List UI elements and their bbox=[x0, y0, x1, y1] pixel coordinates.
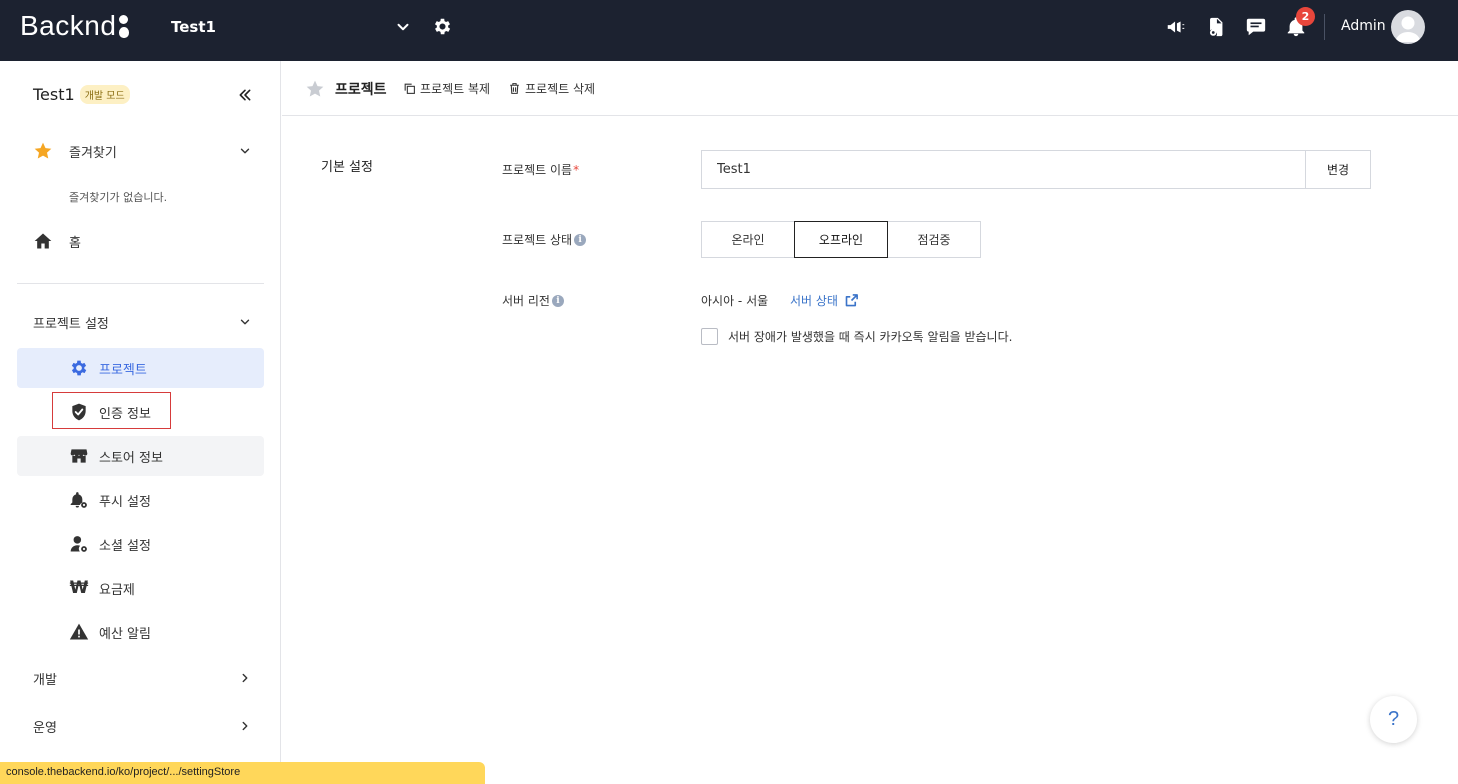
chevron-down-icon[interactable] bbox=[394, 18, 412, 36]
sidebar-item-label: 푸시 설정 bbox=[99, 494, 151, 510]
gear-icon bbox=[71, 360, 87, 376]
status-online-button[interactable]: 온라인 bbox=[701, 221, 795, 258]
sidebar-item-label: 홈 bbox=[69, 235, 81, 251]
logo-text: Backnd bbox=[20, 10, 117, 41]
user-name[interactable]: Admin bbox=[1341, 18, 1386, 34]
focus-outline bbox=[52, 392, 171, 429]
project-name-label: 프로젝트 이름 * bbox=[502, 161, 579, 178]
avatar[interactable] bbox=[1391, 10, 1425, 44]
server-status-link[interactable]: 서버 상태 bbox=[790, 292, 859, 309]
status-offline-button[interactable]: 오프라인 bbox=[794, 221, 888, 258]
sidebar-group-label: 프로젝트 설정 bbox=[33, 316, 109, 332]
favorites-empty-text: 즐겨찾기가 없습니다. bbox=[69, 191, 168, 204]
info-icon[interactable]: i bbox=[551, 294, 564, 307]
collapse-sidebar-icon[interactable] bbox=[237, 87, 253, 103]
dev-mode-badge: 개발 모드 bbox=[79, 85, 130, 104]
sidebar-item-favorites[interactable]: 즐겨찾기 bbox=[17, 131, 264, 171]
user-gear-icon bbox=[70, 536, 87, 552]
sidebar-item-project[interactable]: 프로젝트 bbox=[17, 348, 264, 388]
kakao-alert-label: 서버 장애가 발생했을 때 즉시 카카오톡 알림을 받습니다. bbox=[728, 330, 1013, 344]
project-status-label: 프로젝트 상태 i bbox=[502, 231, 587, 248]
sidebar-item-budget-alert[interactable]: 예산 알림 bbox=[17, 612, 264, 652]
server-status-link-text: 서버 상태 bbox=[790, 294, 838, 308]
chevron-right-icon bbox=[242, 721, 248, 731]
logo[interactable]: Backnd bbox=[20, 10, 130, 42]
chevron-down-icon bbox=[240, 319, 250, 325]
sidebar-group-label: 운영 bbox=[33, 720, 57, 736]
info-icon[interactable]: i bbox=[574, 233, 587, 246]
won-icon: ₩ bbox=[69, 578, 89, 598]
status-bar-url: console.thebackend.io/ko/project/.../set… bbox=[0, 762, 485, 784]
sidebar-item-home[interactable]: 홈 bbox=[17, 221, 264, 261]
project-name-label-text: 프로젝트 이름 bbox=[502, 163, 573, 177]
server-region-label-text: 서버 리전 bbox=[502, 294, 550, 308]
sidebar-group-ops[interactable]: 운영 bbox=[17, 706, 264, 746]
bell-gear-icon bbox=[70, 492, 87, 508]
top-bar: Backnd Test1 2 Admin bbox=[0, 0, 1458, 61]
page-header: 프로젝트 프로젝트 복제 프로젝트 삭제 bbox=[282, 61, 1458, 116]
home-icon bbox=[34, 233, 52, 249]
store-icon bbox=[70, 449, 88, 463]
external-link-icon bbox=[845, 294, 858, 307]
section-title: 기본 설정 bbox=[321, 160, 373, 175]
change-name-button[interactable]: 변경 bbox=[1305, 150, 1371, 189]
warning-icon bbox=[69, 623, 89, 640]
sidebar-item-label: 소셜 설정 bbox=[99, 538, 151, 554]
star-icon[interactable] bbox=[305, 79, 325, 99]
chevron-right-icon bbox=[242, 673, 248, 683]
sidebar-item-store-info[interactable]: 스토어 정보 bbox=[17, 436, 264, 476]
kakao-alert-checkbox[interactable] bbox=[701, 328, 718, 345]
sidebar-project-title: Test1 bbox=[33, 85, 75, 104]
project-selector[interactable]: Test1 bbox=[171, 18, 216, 36]
copy-project-label: 프로젝트 복제 bbox=[420, 82, 491, 96]
status-maintenance-button[interactable]: 점검중 bbox=[887, 221, 981, 258]
sidebar-item-label: 스토어 정보 bbox=[99, 450, 163, 466]
chat-icon[interactable] bbox=[1245, 16, 1267, 38]
sidebar-item-social-settings[interactable]: 소셜 설정 bbox=[17, 524, 264, 564]
sidebar-header: Test1 개발 모드 bbox=[33, 85, 130, 104]
copy-icon bbox=[404, 83, 415, 94]
document-support-icon[interactable] bbox=[1205, 16, 1227, 38]
sidebar-group-label: 개발 bbox=[33, 672, 57, 688]
delete-project-label: 프로젝트 삭제 bbox=[525, 82, 596, 96]
copy-project-button[interactable]: 프로젝트 복제 bbox=[403, 80, 490, 97]
sidebar-item-label: 프로젝트 bbox=[99, 362, 147, 378]
sidebar-group-project-settings[interactable]: 프로젝트 설정 bbox=[17, 302, 264, 342]
help-button[interactable]: ? bbox=[1370, 696, 1417, 743]
sidebar-group-dev[interactable]: 개발 bbox=[17, 658, 264, 698]
sidebar-item-pricing[interactable]: ₩ 요금제 bbox=[17, 568, 264, 608]
sidebar-item-label: 즐겨찾기 bbox=[69, 145, 117, 161]
sidebar-item-label: 예산 알림 bbox=[99, 626, 151, 642]
gear-icon[interactable] bbox=[432, 16, 453, 37]
project-status-label-text: 프로젝트 상태 bbox=[502, 233, 573, 247]
project-name-input[interactable] bbox=[701, 150, 1306, 189]
trash-icon bbox=[510, 83, 519, 94]
sidebar-divider bbox=[17, 283, 264, 284]
chevron-down-icon bbox=[240, 148, 250, 154]
megaphone-icon[interactable] bbox=[1165, 16, 1187, 38]
server-region-value: 아시아 - 서울 bbox=[701, 294, 769, 308]
topbar-divider bbox=[1324, 14, 1325, 40]
user-icon bbox=[1395, 16, 1421, 42]
required-mark: * bbox=[573, 162, 580, 177]
delete-project-button[interactable]: 프로젝트 삭제 bbox=[508, 80, 595, 97]
sidebar-item-push-settings[interactable]: 푸시 설정 bbox=[17, 480, 264, 520]
sidebar-item-label: 요금제 bbox=[99, 582, 135, 598]
star-icon bbox=[34, 142, 52, 159]
notification-badge: 2 bbox=[1296, 7, 1315, 26]
logo-mark-icon bbox=[119, 14, 130, 38]
server-region-label: 서버 리전 i bbox=[502, 292, 564, 309]
page-title: 프로젝트 bbox=[335, 82, 387, 98]
sidebar: Test1 개발 모드 즐겨찾기 즐겨찾기가 없습니다. 홈 프로젝트 설정 프… bbox=[0, 61, 281, 784]
